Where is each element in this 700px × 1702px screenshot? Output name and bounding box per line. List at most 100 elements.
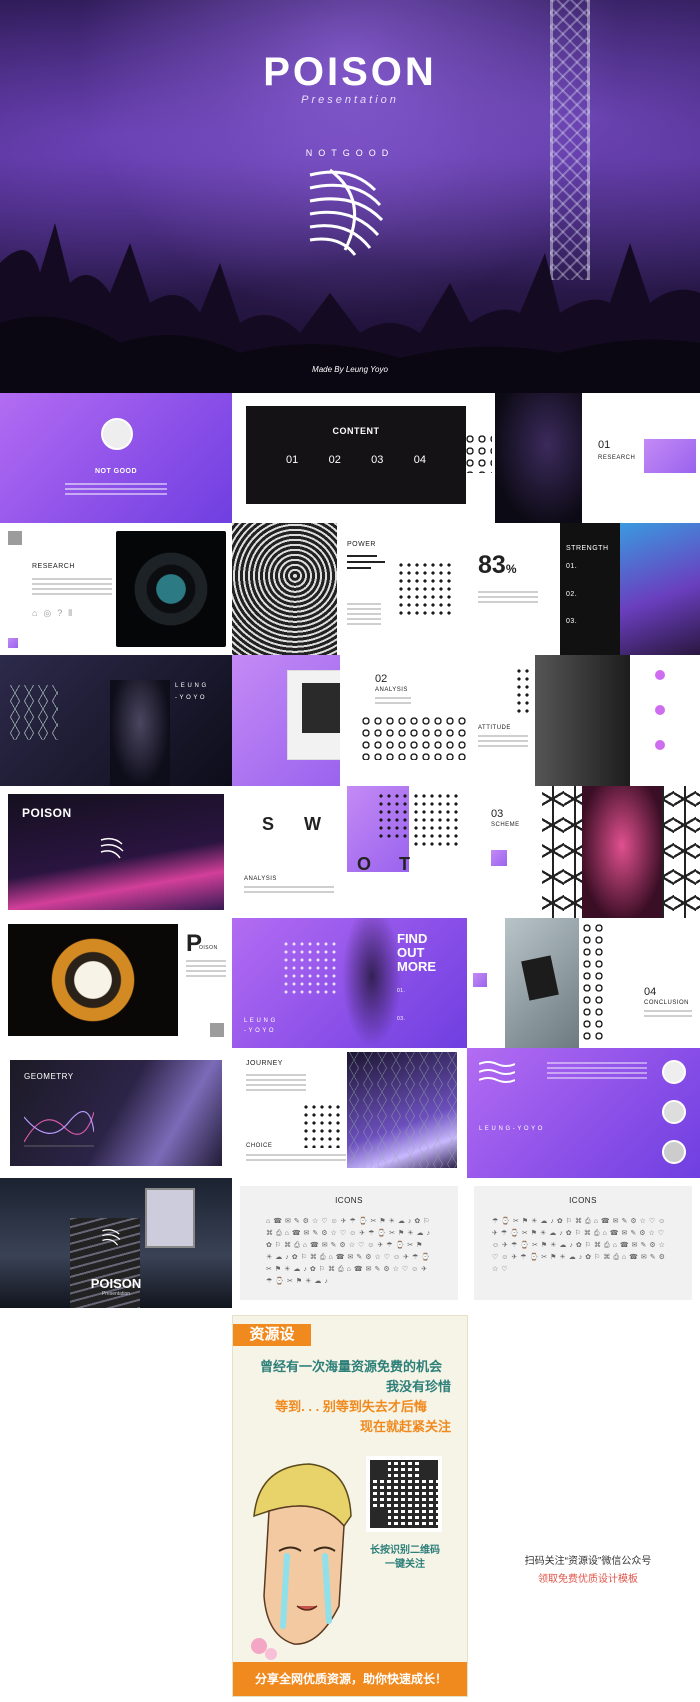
conclusion-label: CONCLUSION xyxy=(644,1000,690,1006)
poison-title: POISON xyxy=(22,806,72,820)
photo-woman-bw xyxy=(535,655,630,786)
wave-chart-icon xyxy=(24,1111,94,1147)
pink-portrait xyxy=(582,786,662,918)
poster-line: 等到. . . 别等到失去才后悔 xyxy=(275,1399,427,1414)
slide-p-poison: P OISON xyxy=(0,918,232,1048)
slide-swot-right: O T xyxy=(347,786,467,918)
strength-num: 02. xyxy=(566,591,578,598)
content-title: CONTENT xyxy=(332,426,380,436)
slide-analysis: 02 ANALYSIS ATTITUDE xyxy=(340,655,535,786)
ring-pattern xyxy=(360,715,470,760)
cube-pattern xyxy=(8,685,58,740)
dot-pattern xyxy=(397,561,453,619)
side-caption-2: 领取免费优质设计模板 xyxy=(538,1574,638,1585)
fingerprint-logo-icon xyxy=(100,837,124,859)
portrait-photo xyxy=(620,523,700,655)
swot-t: T xyxy=(399,854,410,874)
content-num: 03 xyxy=(371,454,384,466)
swot-analysis-label: ANALYSIS xyxy=(244,876,277,882)
fingerprint-logo-icon xyxy=(309,168,384,256)
poster-line: 现在就赶紧关注 xyxy=(359,1419,451,1434)
poster-bottom-banner: 分享全网优质资源，助你快速成长！ xyxy=(233,1662,467,1696)
avatar xyxy=(101,418,133,450)
hero-credit: Made By Leung Yoyo xyxy=(312,365,388,374)
attitude-label: ATTITUDE xyxy=(478,725,511,731)
content-num: 01 xyxy=(286,454,299,466)
content-num: 02 xyxy=(328,454,341,466)
poster-line: 曾经有一次海量资源免费的机会 xyxy=(259,1359,442,1374)
find-num: 01. xyxy=(397,988,406,994)
research-label: RESEARCH xyxy=(598,455,636,461)
slide-power: POWER xyxy=(337,523,460,655)
icon-grid: ⌂☎✉✎⚙☆♡☺✈☂⌚✂⚑☀☁♪✿⚐⌘⎙⌂☎✉✎⚙☆♡☺✈☂⌚✂⚑☀☁♪✿⚐⌘⎙… xyxy=(266,1218,434,1285)
research-title: RESEARCH xyxy=(32,563,75,570)
slide-journey: JOURNEY CHOICE xyxy=(232,1048,347,1178)
slide-content: CONTENT 01 02 03 04 xyxy=(232,393,495,523)
qr-code[interactable] xyxy=(366,1456,442,1532)
icon-grid: ☂⌚✂⚑☀☁♪✿⚐⌘⎙⌂☎✉✎⚙☆♡☺✈☂⌚✂⚑☀☁♪✿⚐⌘⎙⌂☎✉✎⚙☆♡☺✈… xyxy=(492,1218,669,1273)
poster-line: 我没有珍惜 xyxy=(385,1379,451,1394)
photo-man-hat xyxy=(495,393,582,523)
poster-tag: 资源设 xyxy=(233,1324,311,1346)
profile-brand: NOT GOOD xyxy=(94,468,138,475)
crying-face-illustration xyxy=(251,1463,352,1660)
swot-s: S xyxy=(262,814,275,834)
leung-bottom: L E U N G xyxy=(244,1018,276,1024)
avatar xyxy=(662,1100,686,1124)
analysis-num: 02 xyxy=(375,673,388,685)
slide-framed-photo xyxy=(232,655,340,786)
content-panel: CONTENT 01 02 03 04 xyxy=(246,406,466,504)
slide-find-out-more: FIND OUT MORE 01. 03. L E U N G - Y O Y … xyxy=(232,918,467,1048)
hero-title: POISON xyxy=(263,50,437,94)
hand-book-photo xyxy=(505,918,579,1048)
escalator-subtitle: Presentation xyxy=(101,1291,131,1297)
find-word: MORE xyxy=(397,959,436,974)
avatar xyxy=(662,1140,686,1164)
slide-conclusion: 04 CONCLUSION xyxy=(467,918,700,1048)
icons-title: ICONS xyxy=(569,1196,597,1205)
qr-caption: 长按识别二维码 xyxy=(370,1545,440,1556)
strength-num: 03. xyxy=(566,618,578,625)
power-title: POWER xyxy=(347,541,376,548)
slide-icons-1: ICONS ⌂☎✉✎⚙☆♡☺✈☂⌚✂⚑☀☁♪✿⚐⌘⎙⌂☎✉✎⚙☆♡☺✈☂⌚✂⚑☀… xyxy=(240,1186,458,1300)
slide-percent: 83% xyxy=(460,523,560,655)
icons-title: ICONS xyxy=(335,1196,363,1205)
avatar xyxy=(662,1060,686,1084)
icon-row: ⌂◎?⫴ xyxy=(32,608,79,618)
find-word: FIND xyxy=(397,931,428,946)
fingerprint-logo-icon xyxy=(102,1229,121,1246)
camera-lens-photo xyxy=(116,531,226,647)
scheme-label: SCHEME xyxy=(491,822,520,828)
analysis-label: ANALYSIS xyxy=(375,687,408,693)
purple-block xyxy=(644,439,696,473)
leung-yoyo-band: L E U N G - Y O Y O xyxy=(479,1126,543,1132)
conclusion-num: 04 xyxy=(644,986,657,998)
scheme-num: 03 xyxy=(491,808,504,820)
slide-research-01: 01 RESEARCH xyxy=(582,393,700,523)
slide-icons-2: ICONS ☂⌚✂⚑☀☁♪✿⚐⌘⎙⌂☎✉✎⚙☆♡☺✈☂⌚✂⚑☀☁♪✿⚐⌘⎙⌂☎✉… xyxy=(474,1186,692,1300)
template-preview-page: POISON Presentation NOTGOOD Made By Leun… xyxy=(0,0,700,1702)
leung-line1: L E U N G xyxy=(175,683,207,689)
journey-title: JOURNEY xyxy=(246,1060,283,1067)
slide-research: RESEARCH ⌂◎?⫴ xyxy=(0,523,232,655)
qr-caption: 一键关注 xyxy=(385,1559,425,1570)
wave-lines-icon xyxy=(479,1061,515,1083)
find-num: 03. xyxy=(397,1016,406,1022)
percent-value: 83 xyxy=(478,551,506,579)
slide-poison-night: POISON xyxy=(0,786,232,918)
escalator-title: POISON xyxy=(90,1276,142,1291)
hero-cover-slide: POISON Presentation NOTGOOD Made By Leun… xyxy=(0,0,700,393)
swot-o: O xyxy=(357,854,372,874)
slide-timeline xyxy=(630,655,700,786)
slide-geometry: GEOMETRY xyxy=(0,1048,232,1178)
content-num: 04 xyxy=(413,454,426,466)
swot-w: W xyxy=(304,814,321,834)
hero-subtitle: Presentation xyxy=(301,94,399,106)
slide-leung-stage: L E U N G - Y O Y O xyxy=(0,655,232,786)
side-caption-1: 扫码关注“资源设”微信公众号 xyxy=(524,1556,652,1567)
slide-team: L E U N G - Y O Y O xyxy=(467,1048,700,1178)
promo-poster: 资源设 曾经有一次海量资源免费的机会 我没有珍惜 等到. . . 别等到失去才后… xyxy=(232,1315,468,1697)
slide-hex-portrait xyxy=(542,786,700,918)
slide-escalator: POISON Presentation xyxy=(0,1178,232,1308)
slide-scheme: 03 SCHEME xyxy=(467,786,542,918)
